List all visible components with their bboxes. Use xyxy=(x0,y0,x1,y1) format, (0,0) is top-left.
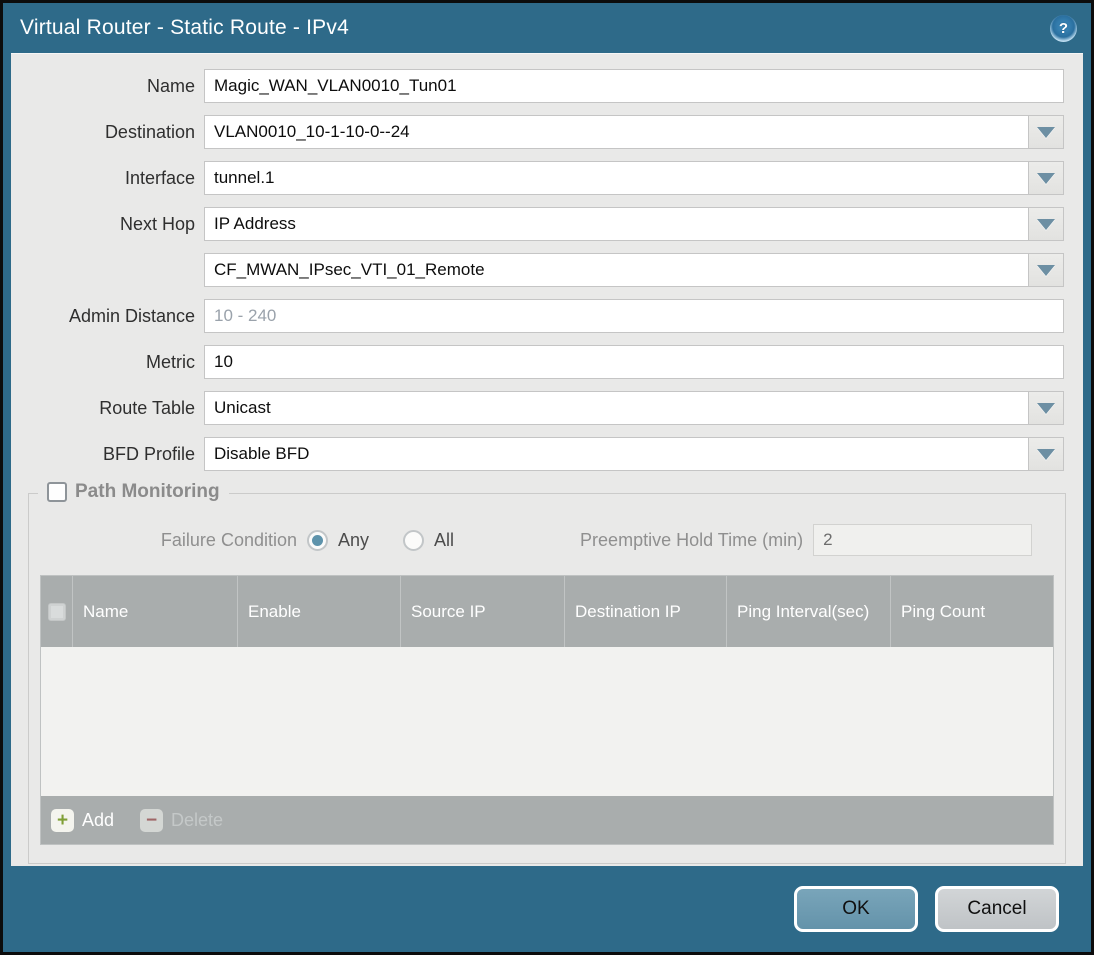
add-button[interactable]: + Add xyxy=(51,808,115,832)
help-icon[interactable]: ? xyxy=(1050,14,1077,42)
interface-combo xyxy=(204,161,1064,195)
admin-distance-control xyxy=(204,299,1064,333)
bfd-profile-input[interactable] xyxy=(204,437,1028,471)
dialog-content: Name Destination Interface xyxy=(11,53,1083,866)
form-row-bfd-profile: BFD Profile xyxy=(11,437,1064,471)
select-all-checkbox[interactable] xyxy=(47,602,66,621)
path-monitoring-section: Path Monitoring Failure Condition Any Al… xyxy=(28,481,1066,864)
table-footer-bar: + Add − Delete xyxy=(41,796,1053,844)
dialog-window: Virtual Router - Static Route - IPv4 ? N… xyxy=(0,0,1094,955)
add-button-label: Add xyxy=(82,809,115,830)
radio-dot xyxy=(312,534,323,546)
route-table-combo xyxy=(204,391,1064,425)
title-bar: Virtual Router - Static Route - IPv4 ? xyxy=(3,3,1091,53)
preemptive-hold-time-input[interactable] xyxy=(813,524,1033,556)
ok-button[interactable]: OK xyxy=(794,886,918,932)
delete-button[interactable]: − Delete xyxy=(140,808,224,832)
form-row-interface: Interface xyxy=(11,161,1064,195)
interface-input[interactable] xyxy=(204,161,1028,195)
table-header-ping-interval: Ping Interval(sec) xyxy=(727,576,891,647)
form-row-admin-distance: Admin Distance xyxy=(11,299,1064,333)
destination-dropdown-button[interactable] xyxy=(1028,115,1064,149)
name-label: Name xyxy=(146,75,195,96)
admin-distance-input[interactable] xyxy=(204,299,1064,333)
next-hop-dropdown-button[interactable] xyxy=(1028,207,1064,241)
next-hop-label: Next Hop xyxy=(119,213,195,234)
next-hop-address-combo xyxy=(204,253,1064,287)
failure-condition-any-label: Any xyxy=(338,529,370,550)
chevron-down-icon xyxy=(1037,448,1055,460)
interface-label: Interface xyxy=(124,167,195,188)
destination-combo xyxy=(204,115,1064,149)
chevron-down-icon xyxy=(1037,126,1055,138)
table-header-select-all[interactable] xyxy=(41,576,73,647)
route-table-label: Route Table xyxy=(99,397,195,418)
failure-condition-radio-any[interactable]: Any xyxy=(307,529,370,551)
plus-icon: + xyxy=(51,808,74,832)
bfd-profile-dropdown-button[interactable] xyxy=(1028,437,1064,471)
table-header-row: Name Enable Source IP Destination IP Pin… xyxy=(41,576,1053,647)
radio-selected-icon xyxy=(307,529,328,551)
next-hop-combo xyxy=(204,207,1064,241)
path-monitoring-label: Path Monitoring xyxy=(75,481,220,502)
path-monitoring-table: Name Enable Source IP Destination IP Pin… xyxy=(40,575,1054,845)
form-row-next-hop: Next Hop xyxy=(11,207,1064,241)
name-input[interactable] xyxy=(204,69,1064,103)
next-hop-type-input[interactable] xyxy=(204,207,1028,241)
plus-icon-glyph: + xyxy=(56,809,69,831)
form-row-destination: Destination xyxy=(11,115,1064,149)
form-row-next-hop-address xyxy=(11,253,1064,287)
metric-control xyxy=(204,345,1064,379)
minus-icon-glyph: − xyxy=(145,809,158,831)
cancel-button[interactable]: Cancel xyxy=(935,886,1059,932)
minus-icon: − xyxy=(140,808,164,832)
delete-button-label: Delete xyxy=(171,809,224,830)
form-row-metric: Metric xyxy=(11,345,1064,379)
chevron-down-icon xyxy=(1037,402,1055,414)
chevron-down-icon xyxy=(1037,218,1055,230)
dialog-title: Virtual Router - Static Route - IPv4 xyxy=(20,16,349,39)
form-row-name: Name xyxy=(11,69,1064,103)
dialog-frame: Virtual Router - Static Route - IPv4 ? N… xyxy=(3,3,1091,952)
table-header-name: Name xyxy=(73,576,238,647)
preemptive-hold-time-label: Preemptive Hold Time (min) xyxy=(580,529,804,550)
failure-condition-radio-all[interactable]: All xyxy=(403,529,455,551)
chevron-down-icon xyxy=(1037,172,1055,184)
name-control xyxy=(204,69,1064,103)
failure-condition-all-label: All xyxy=(434,529,455,550)
destination-input[interactable] xyxy=(204,115,1028,149)
table-header-source-ip: Source IP xyxy=(401,576,565,647)
metric-label: Metric xyxy=(146,351,195,372)
path-monitoring-legend: Path Monitoring xyxy=(38,481,229,503)
metric-input[interactable] xyxy=(204,345,1064,379)
dialog-footer: OK Cancel xyxy=(3,866,1091,952)
table-body-empty xyxy=(41,647,1053,796)
admin-distance-label: Admin Distance xyxy=(68,305,195,326)
table-header-ping-count: Ping Count xyxy=(901,601,986,621)
bfd-profile-label: BFD Profile xyxy=(102,443,195,464)
form-row-route-table: Route Table xyxy=(11,391,1064,425)
failure-condition-label: Failure Condition xyxy=(160,529,297,550)
table-header-enable: Enable xyxy=(238,576,401,647)
path-monitoring-checkbox[interactable] xyxy=(47,482,67,502)
table-header-destination-ip: Destination IP xyxy=(565,576,727,647)
next-hop-address-dropdown-button[interactable] xyxy=(1028,253,1064,287)
route-table-dropdown-button[interactable] xyxy=(1028,391,1064,425)
route-table-input[interactable] xyxy=(204,391,1028,425)
bfd-profile-combo xyxy=(204,437,1064,471)
chevron-down-icon xyxy=(1037,264,1055,276)
failure-condition-row: Failure Condition Any All Preemptive Hol… xyxy=(29,524,1065,556)
destination-label: Destination xyxy=(104,121,195,142)
radio-unselected-icon xyxy=(403,529,425,551)
next-hop-address-input[interactable] xyxy=(204,253,1028,287)
help-icon-glyph: ? xyxy=(1058,19,1069,37)
interface-dropdown-button[interactable] xyxy=(1028,161,1064,195)
